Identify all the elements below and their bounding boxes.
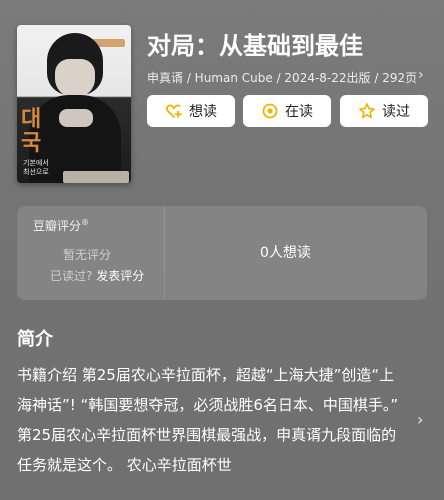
read-question: 已读过? 发表评分 <box>50 269 145 283</box>
star-icon <box>358 102 376 120</box>
heart-plus-icon <box>165 102 183 120</box>
rating-title: 豆瓣评分® <box>33 218 90 233</box>
cover-face <box>55 59 95 97</box>
book-meta[interactable]: 申真谞 / Human Cube / 2024-8-22出版 / 292页 <box>147 69 417 86</box>
target-circle-icon <box>261 102 279 120</box>
have-read-button[interactable]: 读过 <box>340 95 428 127</box>
rating-divider <box>164 206 165 300</box>
book-cover[interactable]: 대 국 기본에서 최선으로 <box>17 25 131 183</box>
post-rating-link[interactable]: 发表评分 <box>96 269 144 283</box>
chevron-right-icon[interactable]: › <box>417 410 423 429</box>
chevron-right-icon[interactable]: › <box>418 67 424 83</box>
intro-text[interactable]: 书籍介绍 第25届农心辛拉面杯，超越“上海大捷”创造“上海神话”! “韩国要想夺… <box>17 360 401 480</box>
cover-go-board <box>63 171 129 183</box>
book-title: 对局：从基础到最佳 <box>147 32 363 60</box>
cover-hands <box>59 109 93 127</box>
cover-subtitle: 기본에서 최선으로 <box>23 159 49 176</box>
reading-button[interactable]: 在读 <box>243 95 331 127</box>
no-rating-text: 暂无评分 <box>63 248 112 262</box>
want-to-read-button[interactable]: 想读 <box>147 95 235 127</box>
reading-label: 在读 <box>285 104 313 120</box>
have-read-label: 读过 <box>382 104 410 120</box>
want-to-read-label: 想读 <box>189 104 217 120</box>
cover-korean-title: 대 국 <box>21 106 42 156</box>
intro-title: 简介 <box>17 329 53 350</box>
want-count: 0人想读 <box>260 245 311 261</box>
rating-card: 豆瓣评分® 暂无评分 已读过? 发表评分 0人想读 <box>17 206 427 300</box>
